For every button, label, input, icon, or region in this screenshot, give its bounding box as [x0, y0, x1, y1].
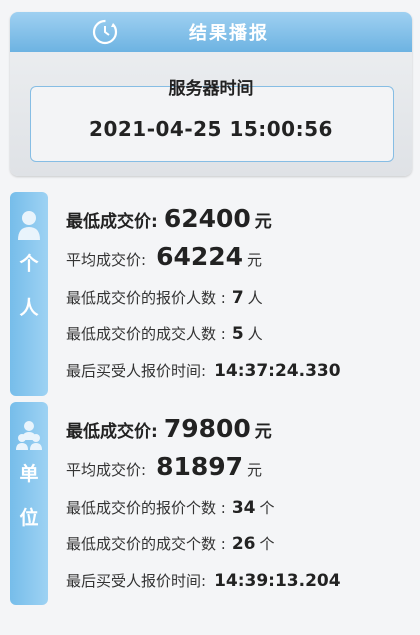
min-price-unit: 元	[254, 422, 272, 442]
bid-count-unit: 人	[247, 289, 263, 307]
panel-header: 结果播报	[10, 12, 412, 52]
avg-price-label: 平均成交价:	[66, 251, 147, 269]
unit-section: 单 位 最低成交价: 79800 元 平均成交价: 81897 元 最低成交价的…	[10, 402, 412, 605]
tab-personal-char-1: 个	[19, 253, 39, 275]
min-price-value: 79800	[163, 414, 251, 443]
last-time-value: 14:37:24.330	[214, 361, 341, 381]
server-time-value: 2021-04-25 15:00:56	[89, 117, 333, 141]
min-price-unit: 元	[254, 212, 272, 232]
last-time-label: 最后买受人报价时间:	[66, 362, 207, 380]
last-time-label: 最后买受人报价时间:	[66, 572, 207, 590]
deal-count-value: 26	[231, 534, 256, 554]
tab-personal-char-2: 人	[19, 297, 39, 319]
personal-avg-price-row: 平均成交价: 64224 元	[66, 242, 262, 271]
deal-count-label: 最低成交价的成交人数 :	[66, 325, 226, 343]
deal-count-value: 5	[231, 324, 244, 344]
personal-section: 个 人 最低成交价: 62400 元 平均成交价: 64224 元 最低成交价的…	[10, 192, 412, 396]
group-icon	[16, 421, 42, 450]
bid-count-label: 最低成交价的报价人数 :	[66, 289, 226, 307]
unit-last-time-row: 最后买受人报价时间: 14:39:13.204	[66, 570, 345, 591]
avg-price-unit: 元	[247, 461, 263, 479]
unit-bid-count-row: 最低成交价的报价个数 : 34 个	[66, 497, 275, 518]
min-price-label: 最低成交价:	[66, 422, 158, 442]
last-time-value: 14:39:13.204	[214, 571, 341, 591]
unit-min-price-row: 最低成交价: 79800 元	[66, 414, 272, 443]
server-time-label: 服务器时间	[168, 79, 254, 99]
min-price-label: 最低成交价:	[66, 212, 158, 232]
deal-count-label: 最低成交价的成交个数 :	[66, 535, 226, 553]
bid-count-label: 最低成交价的报价个数 :	[66, 499, 226, 517]
min-price-value: 62400	[163, 204, 251, 233]
tab-unit-char-1: 单	[19, 463, 39, 485]
deal-count-unit: 人	[247, 325, 263, 343]
unit-avg-price-row: 平均成交价: 81897 元	[66, 452, 262, 481]
panel-title: 结果播报	[189, 23, 269, 44]
avg-price-label: 平均成交价:	[66, 461, 147, 479]
unit-deal-count-row: 最低成交价的成交个数 : 26 个	[66, 533, 275, 554]
deal-count-unit: 个	[259, 535, 275, 553]
bid-count-value: 7	[231, 288, 244, 308]
result-broadcast-panel: 结果播报 服务器时间 2021-04-25 15:00:56	[10, 12, 412, 176]
personal-last-time-row: 最后买受人报价时间: 14:37:24.330	[66, 360, 345, 381]
clock-refresh-icon	[92, 19, 118, 45]
tab-unit-char-2: 位	[19, 507, 39, 529]
personal-min-price-row: 最低成交价: 62400 元	[66, 204, 272, 233]
avg-price-unit: 元	[247, 251, 263, 269]
avg-price-value: 81897	[156, 452, 244, 481]
bid-count-unit: 个	[259, 499, 275, 517]
personal-deal-count-row: 最低成交价的成交人数 : 5 人	[66, 323, 263, 344]
bid-count-value: 34	[231, 498, 256, 518]
person-icon	[18, 211, 40, 240]
personal-bid-count-row: 最低成交价的报价人数 : 7 人	[66, 287, 263, 308]
tab-personal[interactable]: 个 人	[10, 192, 48, 396]
avg-price-value: 64224	[156, 242, 244, 271]
tab-unit[interactable]: 单 位	[10, 402, 48, 605]
